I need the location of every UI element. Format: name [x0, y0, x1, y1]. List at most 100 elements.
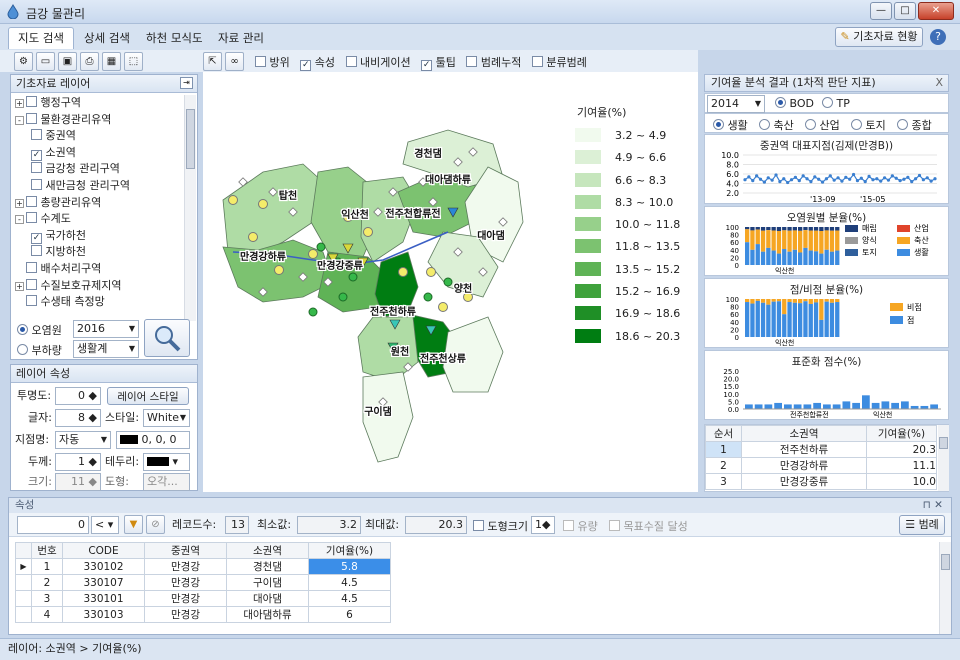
tree-item[interactable]: + 총량관리유역 [15, 195, 183, 212]
radio-living[interactable]: 생활 [713, 117, 748, 133]
size-spinner[interactable]: 11 ◆ [55, 473, 101, 491]
check-flow[interactable]: 유량 [563, 518, 598, 534]
open-folder-icon[interactable]: ▭ [36, 52, 55, 71]
close-button[interactable]: ✕ [918, 2, 954, 20]
legend-button[interactable]: ☰ 범례 [899, 515, 945, 535]
load-type-select[interactable]: 생활계 ▼ [73, 340, 139, 358]
image-icon[interactable]: ▦ [102, 52, 121, 71]
expand-icon[interactable]: + [15, 99, 24, 108]
checkbox[interactable] [31, 178, 42, 190]
radio[interactable] [713, 119, 724, 130]
tree-item[interactable]: - 수계도 [15, 211, 183, 228]
tab-map-search[interactable]: 지도 검색 [8, 27, 74, 49]
tree-item[interactable]: 금강청 관리구역 [15, 161, 183, 178]
expand-icon[interactable]: + [15, 198, 24, 208]
clear-filter-icon[interactable]: ⊘ [146, 515, 165, 534]
tab-detail-search[interactable]: 상세 검색 [74, 27, 140, 49]
rank-scrollbar[interactable] [938, 425, 949, 491]
radio[interactable] [805, 119, 816, 130]
radio-total[interactable]: 종합 [897, 117, 932, 133]
point-name-select[interactable]: 자동 ▼ [55, 431, 111, 449]
checkbox[interactable]: ✓ [421, 60, 433, 71]
map-canvas[interactable]: 경천댐 대아댐하류 대아댐 탑천 익산천 전주천합류전 만경강하류 만경강중류 양천 전주천하류 전… [203, 72, 698, 492]
checkbox[interactable] [26, 112, 37, 124]
search-button[interactable] [144, 319, 190, 357]
rank-row[interactable]: 3 만경강중류 10.0 [705, 473, 937, 490]
check-tooltip[interactable]: ✓ 툴팁 [421, 56, 456, 71]
radio-tp[interactable]: TP [822, 97, 850, 110]
font-size-spinner[interactable]: 8 ◆ [55, 409, 101, 427]
expand-icon[interactable]: - [15, 215, 24, 225]
year-select[interactable]: 2016 ▼ [73, 320, 139, 338]
tree-scrollbar[interactable] [184, 95, 196, 321]
checkbox[interactable] [26, 212, 37, 224]
close-panel-icon[interactable]: X [935, 75, 943, 91]
radio-pollution-source[interactable] [17, 324, 28, 335]
checkbox[interactable] [466, 56, 478, 67]
filter-value-input[interactable]: 0 [17, 516, 89, 534]
base-data-button[interactable]: ✎ 기초자료 현황 [835, 27, 923, 47]
color-select[interactable]: 0, 0, 0 [116, 431, 190, 449]
checkbox[interactable] [26, 195, 37, 207]
tree-item[interactable]: 수생태 측정망 [15, 294, 183, 311]
check-navigation[interactable]: 내비게이션 [345, 56, 411, 69]
radio[interactable] [822, 97, 833, 108]
collapse-panel-icon[interactable]: ⇥ [180, 77, 193, 89]
table-row[interactable]: ▶ 1 330102 만경강 경천댐 5.8 [15, 558, 391, 575]
tree-item[interactable]: 배수처리구역 [15, 261, 183, 278]
radio-load[interactable] [17, 344, 28, 355]
checkbox[interactable] [31, 245, 42, 257]
radio[interactable] [759, 119, 770, 130]
tree-item[interactable]: 중권역 [15, 128, 183, 145]
maximize-button[interactable]: □ [894, 2, 916, 20]
check-compass[interactable]: 방위 [255, 56, 290, 69]
radio-bod[interactable]: BOD [775, 97, 814, 110]
checkbox[interactable] [563, 520, 574, 531]
tree-item[interactable]: ✓ 소권역 [15, 145, 183, 162]
tree-item[interactable]: 지방하천 [15, 244, 183, 261]
shape-size-spinner[interactable]: 1◆ [531, 516, 555, 534]
tab-river-diagram[interactable]: 하천 모식도 [136, 27, 213, 49]
print-icon[interactable]: ⎙ [80, 52, 99, 71]
checkbox[interactable] [26, 261, 37, 273]
checkbox[interactable] [473, 520, 484, 531]
check-shape-size[interactable]: 도형크기 [473, 518, 528, 534]
filter-icon[interactable]: ▼ [124, 515, 143, 534]
tree-item[interactable]: 새만금청 관리구역 [15, 178, 183, 195]
check-legend-accumulate[interactable]: 범례누적 [466, 56, 521, 69]
style-select[interactable]: White ▼ [143, 409, 190, 427]
tree-item[interactable]: + 수질보호규제지역 [15, 278, 183, 295]
rank-row[interactable]: 2 만경강하류 11.1 [705, 457, 937, 474]
checkbox[interactable] [26, 278, 37, 290]
checkbox[interactable] [26, 295, 37, 307]
help-icon[interactable]: ? [930, 29, 946, 45]
operator-select[interactable]: < ▾ [91, 516, 119, 534]
export-map-icon[interactable]: ⇱ [203, 52, 222, 71]
table-row[interactable]: 4 330103 만경강 대아댐하류 6 [15, 606, 391, 623]
check-target-quality[interactable]: 목표수질 달성 [609, 518, 688, 534]
tree-item[interactable]: - 물환경관리유역 [15, 112, 183, 129]
expand-icon[interactable]: + [15, 281, 24, 291]
pin-close-icons[interactable]: ⊓ ✕ [923, 498, 943, 512]
transparency-spinner[interactable]: 0 ◆ [55, 387, 101, 405]
tab-data-management[interactable]: 자료 관리 [208, 27, 274, 49]
check-attributes[interactable]: ✓ 속성 [300, 56, 335, 71]
checkbox[interactable] [609, 520, 620, 531]
shape-select[interactable]: 오각... [143, 473, 190, 491]
export-icon[interactable]: ⬚ [124, 52, 143, 71]
attr-scrollbar[interactable] [939, 542, 951, 634]
check-classified-legend[interactable]: 분류범례 [531, 56, 587, 69]
checkbox[interactable] [345, 56, 357, 67]
radio[interactable] [851, 119, 862, 130]
layer-style-button[interactable]: 레이어 스타일 [107, 387, 189, 405]
radio[interactable] [897, 119, 908, 130]
checkbox[interactable] [531, 56, 543, 67]
binoculars-icon[interactable]: ∞ [225, 52, 244, 71]
thickness-spinner[interactable]: 1 ◆ [55, 453, 101, 471]
checkbox[interactable] [26, 96, 37, 107]
checkbox[interactable] [31, 162, 42, 174]
rank-row[interactable]: 1 전주천하류 20.3 [705, 441, 937, 458]
checkbox[interactable] [255, 56, 266, 67]
checkbox[interactable]: ✓ [300, 60, 312, 71]
table-row[interactable]: 2 330107 만경강 구이댐 4.5 [15, 574, 391, 591]
